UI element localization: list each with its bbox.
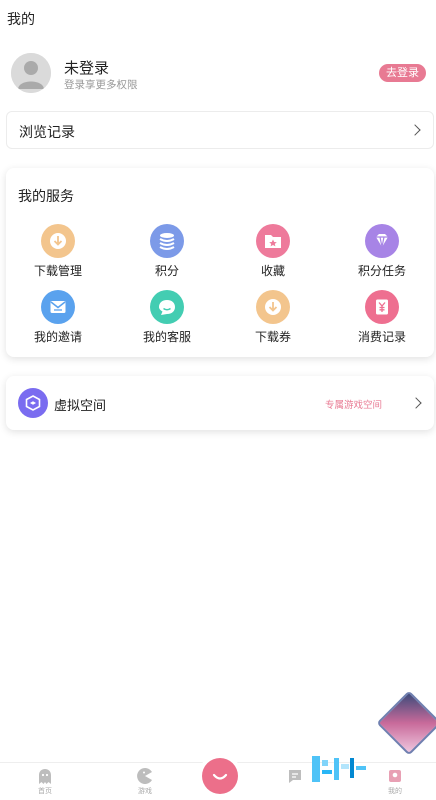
message-icon — [289, 770, 301, 783]
tab-label: 我的 — [388, 788, 402, 795]
diamond-icon — [365, 224, 399, 258]
service-points[interactable]: 积分 — [122, 224, 212, 280]
tab-home[interactable]: 首页 — [20, 767, 70, 800]
envelope-icon — [41, 290, 75, 324]
virtual-space-label: 虚拟空间 — [54, 398, 107, 413]
yuan-receipt-icon — [365, 290, 399, 324]
service-download-manager[interactable]: 下载管理 — [13, 224, 103, 280]
tab-games[interactable]: 游戏 — [120, 767, 170, 800]
login-button[interactable]: 去登录 — [379, 64, 426, 82]
browse-history-label: 浏览记录 — [19, 124, 75, 140]
overlay-artifact — [312, 756, 366, 782]
service-favorites[interactable]: 收藏 — [228, 224, 318, 280]
ghost-icon — [39, 769, 51, 784]
smile-icon — [202, 758, 238, 794]
service-label: 消费记录 — [357, 330, 406, 344]
service-label: 下载管理 — [33, 264, 82, 278]
service-label: 我的客服 — [142, 330, 191, 344]
service-customer-support[interactable]: 我的客服 — [122, 290, 212, 346]
center-action-button[interactable] — [198, 754, 242, 798]
floating-promo-badge[interactable] — [376, 690, 436, 756]
profile-subtitle: 登录享更多权限 — [64, 79, 138, 91]
service-my-invites[interactable]: 我的邀请 — [13, 290, 103, 346]
my-services-card: 我的服务 下载管理 积分 收藏 积分任务 我的邀请 我的客服 下载券 消费记录 — [6, 168, 434, 357]
service-download-coupon[interactable]: 下载券 — [228, 290, 318, 346]
virtual-space-row[interactable]: 虚拟空间 专属游戏空间 — [6, 376, 434, 430]
tab-profile[interactable]: 我的 — [370, 767, 420, 800]
service-label: 我的邀请 — [33, 330, 82, 344]
service-label: 收藏 — [260, 264, 285, 278]
virtual-space-icon — [18, 388, 48, 418]
tab-label: 游戏 — [138, 788, 152, 795]
user-silhouette-icon — [11, 53, 51, 93]
tab-label: 首页 — [38, 788, 52, 795]
chat-icon — [150, 290, 184, 324]
coins-icon — [150, 224, 184, 258]
download-coupon-icon — [256, 290, 290, 324]
services-title: 我的服务 — [18, 188, 74, 204]
avatar[interactable] — [11, 53, 51, 93]
favorite-folder-icon — [256, 224, 290, 258]
service-spending-record[interactable]: 消费记录 — [337, 290, 427, 346]
page-title: 我的 — [7, 11, 35, 27]
chevron-right-icon — [409, 124, 421, 136]
chevron-right-icon — [410, 397, 422, 409]
service-label: 下载券 — [254, 330, 291, 344]
profile-icon — [389, 770, 401, 782]
service-label: 积分任务 — [357, 264, 406, 278]
download-icon — [41, 224, 75, 258]
pacman-icon — [137, 768, 152, 784]
service-points-tasks[interactable]: 积分任务 — [337, 224, 427, 280]
virtual-space-tag: 专属游戏空间 — [324, 400, 382, 411]
profile-name: 未登录 — [64, 60, 110, 77]
profile-section[interactable]: 未登录 登录享更多权限 去登录 — [11, 53, 431, 93]
browse-history-row[interactable]: 浏览记录 — [6, 111, 434, 149]
service-label: 积分 — [154, 264, 179, 278]
